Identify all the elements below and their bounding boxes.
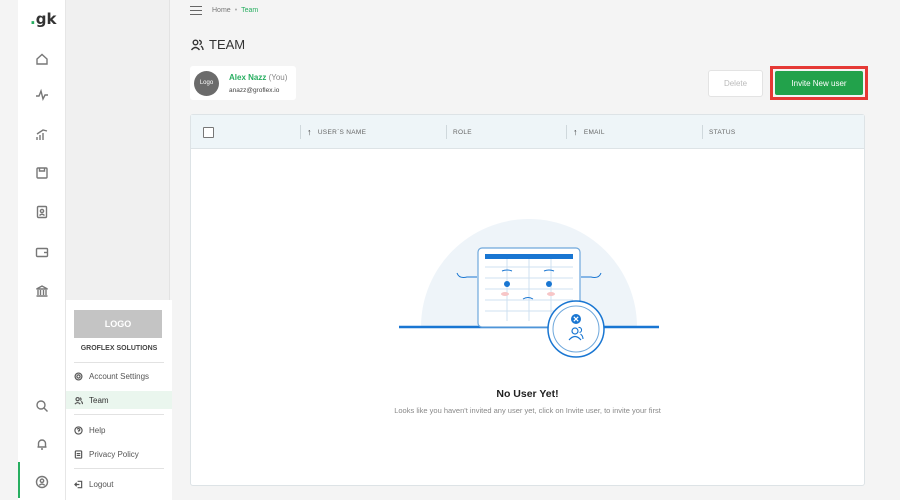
table-header: ↑ USER`S NAME ROLE ↑ EMAIL STATUS [191, 115, 864, 149]
wallet-icon[interactable] [32, 242, 52, 262]
home-icon[interactable] [32, 49, 52, 69]
column-header-role[interactable]: ROLE [446, 125, 472, 139]
menu-item-label: Privacy Policy [89, 449, 139, 459]
app-logo[interactable]: .gk [30, 10, 56, 28]
users-table: ↑ USER`S NAME ROLE ↑ EMAIL STATUS No Use… [190, 114, 865, 486]
breadcrumb: Home • Team [190, 6, 258, 15]
help-icon [74, 425, 83, 435]
empty-state-illustration [399, 219, 659, 358]
user-circle-icon[interactable] [32, 472, 52, 492]
divider [74, 414, 164, 415]
column-header-status[interactable]: STATUS [702, 125, 735, 139]
delete-button[interactable]: Delete [708, 70, 763, 97]
icon-rail: .gk [18, 0, 66, 500]
current-user-card: Logo Alex Nazz (You) anazz@groflex.io [190, 66, 296, 100]
invite-button-highlight: Invite New user [770, 66, 868, 100]
breadcrumb-home[interactable]: Home [212, 7, 231, 14]
breadcrumb-current: Team [241, 7, 259, 14]
column-header-email[interactable]: ↑ EMAIL [566, 125, 605, 139]
menu-item-help[interactable]: Help [66, 421, 172, 439]
save-icon[interactable] [32, 163, 52, 183]
menu-item-label: Logout [89, 479, 114, 489]
activity-icon[interactable] [32, 85, 52, 105]
menu-item-logout[interactable]: Logout [66, 475, 172, 493]
account-menu: LOGO GROFLEX SOLUTIONS Account Settings … [66, 300, 172, 500]
hamburger-menu-icon[interactable] [190, 6, 202, 15]
divider [74, 362, 164, 363]
invite-new-user-button[interactable]: Invite New user [775, 71, 863, 95]
divider [74, 468, 164, 469]
sort-arrow-icon: ↑ [573, 127, 578, 137]
bank-icon[interactable] [32, 281, 52, 301]
menu-item-label: Account Settings [89, 371, 150, 381]
user-name: Alex Nazz (You) [229, 72, 288, 82]
company-name: GROFLEX SOLUTIONS [80, 345, 158, 352]
menu-item-account-settings[interactable]: Account Settings [66, 367, 172, 385]
avatar: Logo [194, 70, 219, 96]
select-all-checkbox[interactable] [203, 127, 214, 138]
breadcrumb-separator: • [234, 7, 238, 14]
page-title: TEAM [190, 37, 245, 52]
menu-item-label: Help [89, 425, 106, 435]
menu-item-team[interactable]: Team [66, 391, 172, 409]
sort-arrow-icon: ↑ [307, 127, 312, 137]
search-icon[interactable] [32, 396, 52, 416]
team-icon [74, 396, 83, 405]
gear-icon [74, 371, 83, 381]
empty-state-title: No User Yet! [496, 388, 559, 400]
policy-icon [74, 449, 83, 459]
company-logo-placeholder: LOGO [74, 310, 162, 338]
growth-icon[interactable] [32, 125, 52, 145]
you-label: (You) [268, 72, 288, 82]
rail-active-indicator [18, 462, 20, 498]
bell-icon[interactable] [32, 434, 52, 454]
menu-item-label: Team [89, 395, 109, 405]
empty-state-text: Looks like you haven't invited any user … [394, 406, 661, 415]
menu-item-privacy-policy[interactable]: Privacy Policy [66, 445, 172, 463]
logout-icon [74, 480, 83, 488]
column-header-name[interactable]: ↑ USER`S NAME [300, 125, 366, 139]
contacts-icon[interactable] [32, 202, 52, 222]
user-email: anazz@groflex.io [229, 86, 280, 94]
team-icon [190, 39, 204, 50]
page-title-text: TEAM [209, 37, 246, 52]
